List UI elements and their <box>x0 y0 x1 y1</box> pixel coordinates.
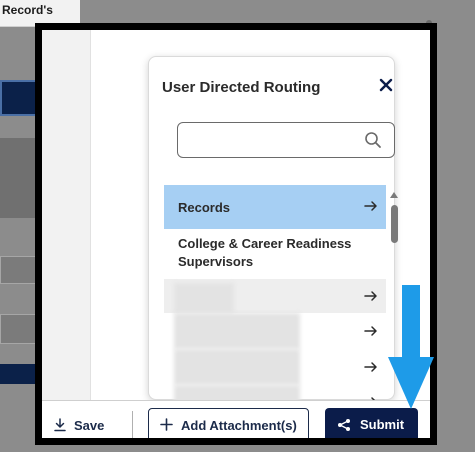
user-directed-routing-panel: User Directed Routing Records College & … <box>148 56 398 401</box>
routing-item-redacted[interactable] <box>164 349 386 385</box>
submit-button[interactable]: Submit <box>325 408 418 438</box>
plus-icon <box>160 418 173 431</box>
submit-label: Submit <box>360 417 405 432</box>
routing-item-label-line2: Supervisors <box>178 254 254 269</box>
routing-search-box[interactable] <box>177 122 395 158</box>
routing-item-college-career-readiness[interactable]: College & Career Readiness Supervisors <box>164 229 386 279</box>
routing-item-records[interactable]: Records <box>164 185 386 229</box>
background-right-strip <box>430 0 475 20</box>
arrow-right-icon <box>364 201 377 211</box>
routing-list: Records College & Career Readiness Super… <box>164 163 386 401</box>
arrow-right-icon <box>364 291 377 301</box>
routing-search-input[interactable] <box>186 129 360 153</box>
save-label: Save <box>74 418 105 433</box>
routing-item-redacted[interactable] <box>164 385 386 401</box>
background-record-label: Record's <box>2 3 53 17</box>
close-icon <box>379 78 393 92</box>
footer-divider <box>132 411 133 438</box>
routing-item-label: College & Career Readiness <box>178 236 352 251</box>
redacted-text <box>174 313 300 349</box>
download-icon <box>54 418 66 432</box>
redacted-text <box>174 349 300 385</box>
search-icon[interactable] <box>364 131 382 149</box>
arrow-right-icon <box>364 326 377 336</box>
modal-footer: Save Add Attachment(s) Submit <box>42 400 430 438</box>
redacted-text <box>174 385 300 401</box>
list-scroll-up-arrow[interactable] <box>390 192 398 198</box>
routing-item-label: Records <box>178 200 231 215</box>
annotation-frame: User Directed Routing Records College & … <box>35 23 437 445</box>
add-attachment-button[interactable]: Add Attachment(s) <box>148 408 309 438</box>
routing-title: User Directed Routing <box>162 79 321 96</box>
close-button[interactable] <box>377 76 395 94</box>
redacted-text <box>174 283 234 313</box>
list-scrollbar-thumb[interactable] <box>391 205 398 243</box>
routing-item-redacted[interactable] <box>164 279 386 313</box>
routing-item-redacted[interactable] <box>164 313 386 349</box>
add-attachment-label: Add Attachment(s) <box>181 418 297 433</box>
modal-left-strip <box>42 30 91 400</box>
arrow-right-icon <box>364 362 377 372</box>
share-icon <box>338 419 350 431</box>
annotation-arrow <box>388 285 434 409</box>
